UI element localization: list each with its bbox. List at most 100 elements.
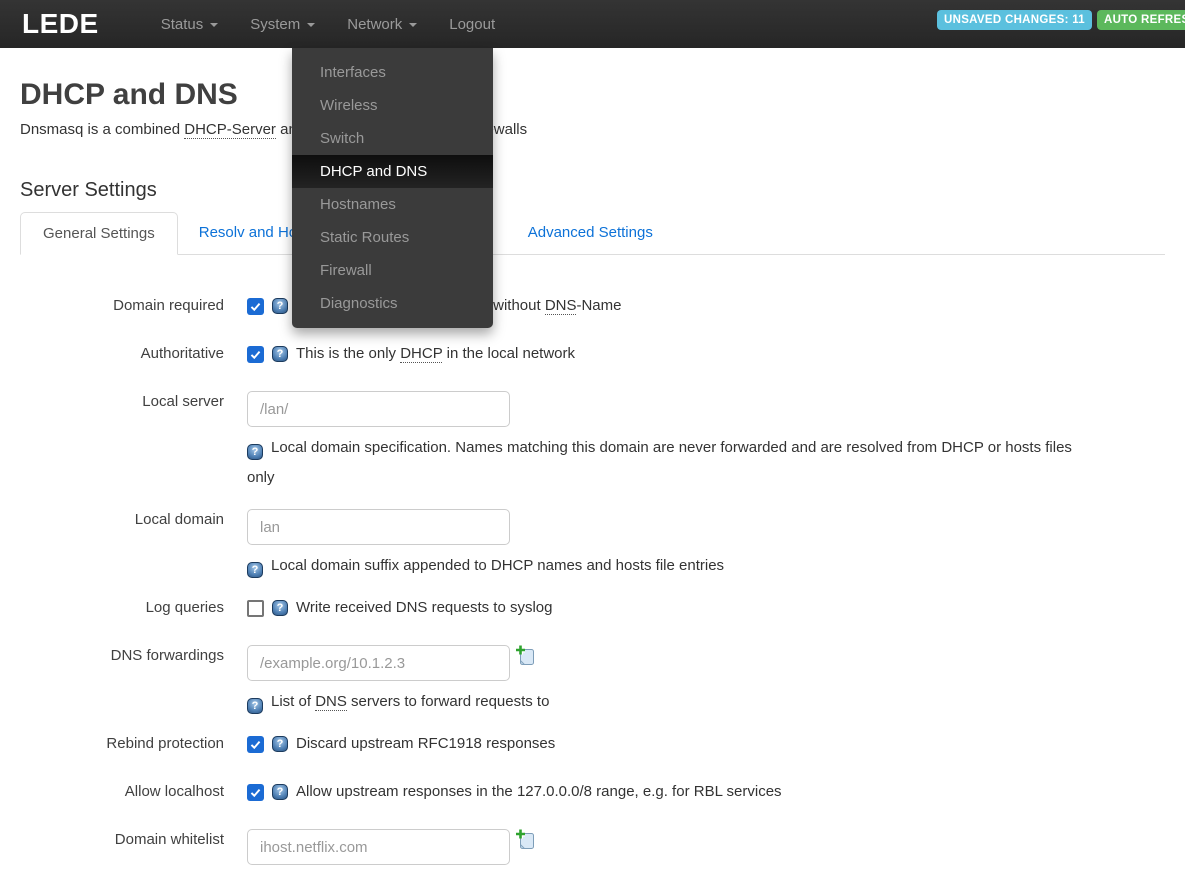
form-row-allow-localhost: Allow localhost? Allow upstream responses…	[20, 781, 1165, 803]
field-description: ? Local domain specification. Names match…	[247, 433, 1103, 493]
nav-item-system[interactable]: System	[234, 0, 331, 48]
page-title: DHCP and DNS	[20, 78, 238, 111]
domain-whitelist-input[interactable]	[247, 829, 510, 865]
field-label-dns-forwardings: DNS forwardings	[110, 647, 224, 664]
rebind-protection-checkbox[interactable]	[247, 735, 264, 753]
abbr-term: DHCP	[400, 345, 443, 363]
field-domain-whitelist	[247, 829, 535, 865]
menu-item-interfaces[interactable]: Interfaces	[292, 56, 493, 89]
field-allow-localhost: ? Allow upstream responses in the 127.0.0…	[247, 781, 782, 803]
field-description: This is the only DHCP in the local netwo…	[296, 343, 575, 365]
field-description: Discard upstream RFC1918 responses	[296, 733, 555, 755]
menu-item-wireless[interactable]: Wireless	[292, 89, 493, 122]
settings-form: Domain required?Don't forward DNS-Reques…	[20, 295, 1165, 865]
chevron-down-icon	[307, 23, 316, 27]
text-segment: Dnsmasq is a combined	[20, 121, 185, 138]
menu-item-firewall[interactable]: Firewall	[292, 254, 493, 287]
text-segment: This is the only	[296, 345, 401, 362]
help-icon: ?	[272, 298, 288, 314]
field-label-local-domain: Local domain	[134, 511, 224, 528]
field-rebind-protection: ? Discard upstream RFC1918 responses	[247, 733, 555, 755]
page-content: DHCP and DNS Dnsmasq is a combined DHCP-…	[0, 78, 1185, 865]
field-dns-forwardings: ? List of DNS servers to forward requests…	[247, 645, 549, 717]
help-icon: ?	[272, 346, 288, 362]
top-navbar: LEDE Status System Network Logout UNSAVED C…	[0, 0, 1185, 48]
settings-tabs: General SettingsResolv and Hosts FilesTF…	[20, 212, 1165, 255]
nav-item-status[interactable]: Status	[145, 0, 235, 48]
abbr-term: DNS	[315, 693, 347, 711]
help-icon: ?	[272, 784, 288, 800]
menu-item-diagnostics[interactable]: Diagnostics	[292, 287, 493, 320]
main-menu: Status System Network Logout	[145, 0, 511, 48]
text-segment: in the local network	[442, 345, 576, 362]
field-authoritative: ? This is the only DHCP in the local netw…	[247, 343, 575, 365]
help-icon: ?	[272, 600, 288, 616]
allow-localhost-checkbox[interactable]	[247, 783, 264, 801]
help-icon: ?	[247, 444, 263, 460]
form-row-domain-whitelist: Domain whitelist	[20, 829, 1165, 865]
nav-item-label: Network	[347, 15, 403, 33]
field-label-allow-localhost: Allow localhost	[124, 783, 224, 800]
auto-refresh-badge: AUTO REFRESH ON	[1096, 10, 1185, 30]
log-queries-checkbox[interactable]	[247, 599, 264, 617]
help-icon: ?	[272, 736, 288, 752]
page-subtitle: Dnsmasq is a combined DHCP-Server and DN…	[20, 121, 1165, 139]
help-icon: ?	[247, 562, 263, 578]
field-label-domain-required: Domain required	[113, 297, 224, 314]
field-description: ? Local domain suffix appended to DHCP na…	[247, 551, 724, 581]
form-row-local-server: Local server?Local domain specification.…	[20, 391, 1165, 493]
nav-item-logout[interactable]: Logout	[433, 0, 511, 48]
nav-item-label: System	[250, 15, 301, 33]
form-row-domain-required: Domain required?Don't forward DNS-Reques…	[20, 295, 1165, 317]
menu-item-switch[interactable]: Switch	[292, 122, 493, 155]
network-dropdown-menu: Interfaces Wireless Switch DHCP and DNS Host…	[292, 48, 493, 328]
status-badges: UNSAVED CHANGES: 11AUTO REFRESH ON	[937, 10, 1185, 30]
field-local-domain: ? Local domain suffix appended to DHCP na…	[247, 509, 724, 581]
local-domain-input[interactable]	[247, 509, 510, 545]
field-log-queries: ? Write received DNS requests to syslog	[247, 597, 553, 619]
nav-item-network[interactable]: Network	[331, 0, 433, 48]
authoritative-checkbox[interactable]	[247, 345, 264, 363]
local-server-input[interactable]	[247, 391, 510, 427]
help-icon: ?	[247, 698, 263, 714]
menu-item-dhcp-and-dns[interactable]: DHCP and DNS	[292, 155, 493, 188]
domain-required-checkbox[interactable]	[247, 297, 264, 315]
section-title: Server Settings	[20, 179, 157, 201]
text-segment: Local domain specification. Names matchi…	[247, 439, 1072, 486]
tab-advanced-settings[interactable]: Advanced Settings	[509, 212, 672, 255]
field-description: Write received DNS requests to syslog	[296, 597, 553, 619]
text-segment: -Name	[576, 297, 622, 314]
form-row-local-domain: Local domain? Local domain suffix appende…	[20, 509, 1165, 581]
form-row-dns-forwardings: DNS forwardings? List of DNS servers to f…	[20, 645, 1165, 717]
add-entry-button[interactable]	[515, 645, 535, 671]
chevron-down-icon	[210, 23, 219, 27]
form-row-log-queries: Log queries? Write received DNS requests …	[20, 597, 1165, 619]
field-label-rebind-protection: Rebind protection	[106, 735, 224, 752]
add-entry-button[interactable]	[515, 829, 535, 855]
unsaved-changes-badge: UNSAVED CHANGES: 11	[937, 10, 1092, 30]
field-label-log-queries: Log queries	[145, 599, 224, 616]
text-segment: Discard upstream RFC1918 responses	[296, 735, 556, 752]
abbr-term: DNS	[544, 297, 577, 315]
text-segment: Write received DNS requests to syslog	[296, 599, 553, 616]
form-row-rebind-protection: Rebind protection? Discard upstream RFC19…	[20, 733, 1165, 755]
field-label-domain-whitelist: Domain whitelist	[114, 831, 224, 848]
nav-item-label: Logout	[449, 15, 496, 33]
dns-forwardings-input[interactable]	[247, 645, 510, 681]
text-segment: List of	[271, 693, 316, 710]
abbr-term: DHCP-Server	[184, 121, 276, 139]
text-segment: Local domain suffix appended to DHCP nam…	[271, 557, 725, 574]
menu-item-static-routes[interactable]: Static Routes	[292, 221, 493, 254]
chevron-down-icon	[409, 23, 418, 27]
form-row-authoritative: Authoritative? This is the only DHCP in t…	[20, 343, 1165, 365]
nav-item-label: Status	[160, 15, 204, 33]
text-segment: servers to forward requests to	[346, 693, 550, 710]
menu-item-hostnames[interactable]: Hostnames	[292, 188, 493, 221]
tab-general-settings[interactable]: General Settings	[20, 212, 178, 255]
brand-logo[interactable]: LEDE	[0, 8, 119, 40]
field-local-server: ?Local domain specification. Names match…	[247, 391, 1103, 493]
field-description: Allow upstream responses in the 127.0.0.…	[296, 781, 782, 803]
text-segment: Allow upstream responses in the 127.0.0.…	[296, 783, 782, 800]
field-description: ? List of DNS servers to forward requests…	[247, 687, 549, 717]
field-label-local-server: Local server	[142, 393, 224, 410]
